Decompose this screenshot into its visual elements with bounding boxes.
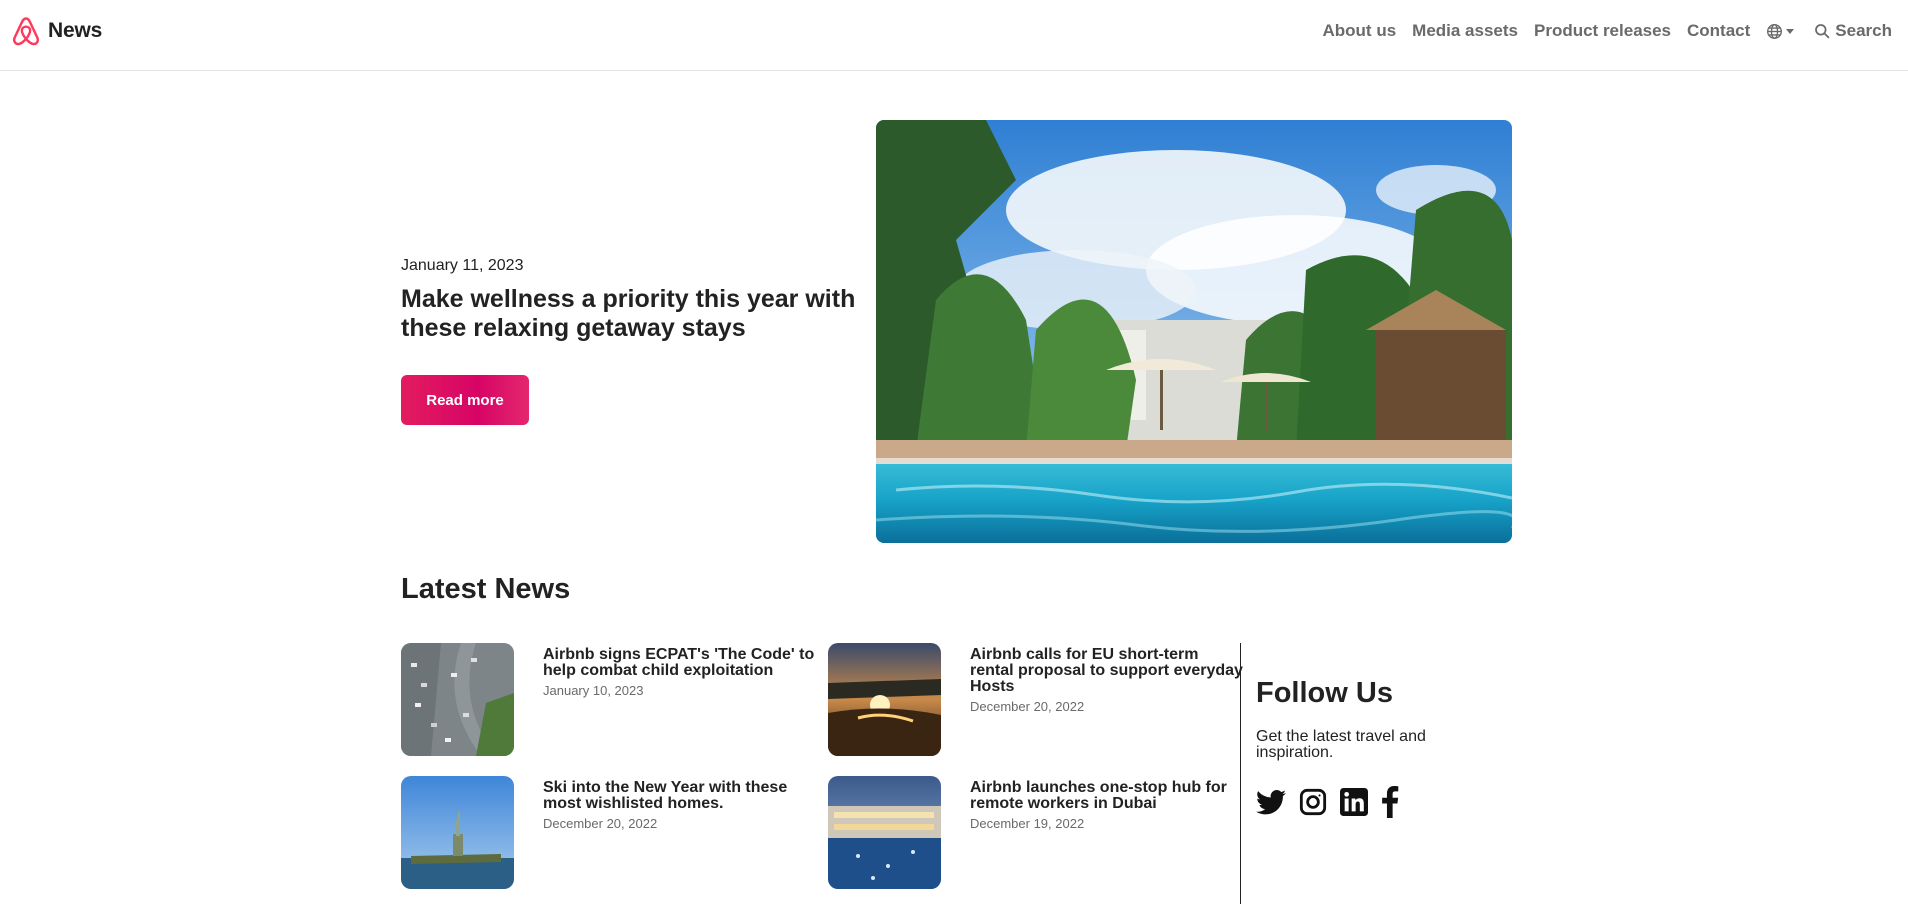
news-date: January 10, 2023 [543,683,644,698]
news-thumbnail-highway [401,643,514,756]
nav-about-us[interactable]: About us [1323,21,1397,41]
facebook-icon[interactable] [1381,786,1399,818]
news-card[interactable]: Ski into the New Year with these most wi… [401,776,821,890]
globe-icon [1767,23,1783,39]
read-more-button[interactable]: Read more [401,375,529,425]
search-icon [1815,24,1830,39]
nav-contact[interactable]: Contact [1687,21,1750,41]
instagram-icon[interactable] [1299,788,1327,816]
news-card[interactable]: Airbnb launches one-stop hub for remote … [828,776,1248,890]
nav-product-releases[interactable]: Product releases [1534,21,1671,41]
follow-us-text: Get the latest travel and inspiration. [1256,728,1426,761]
news-card[interactable]: Airbnb calls for EU short-term rental pr… [828,643,1248,757]
search-label: Search [1835,21,1892,40]
news-thumbnail-sunset [828,643,941,756]
main-nav: About us Media assets Product releases C… [1307,18,1893,44]
language-selector[interactable] [1766,23,1795,40]
nav-media-assets[interactable]: Media assets [1412,21,1518,41]
hero-date: January 11, 2023 [401,257,524,274]
news-thumbnail-statue-of-liberty [401,776,514,889]
follow-divider [1240,643,1241,904]
chevron-down-icon [1786,28,1795,34]
airbnb-logo-icon [10,15,42,48]
brand-home-link[interactable]: News [10,14,102,48]
follow-us-heading: Follow Us [1256,677,1393,709]
news-date: December 20, 2022 [970,699,1085,714]
news-title[interactable]: Airbnb signs ECPAT's 'The Code' to help … [543,647,818,679]
news-card[interactable]: Airbnb signs ECPAT's 'The Code' to help … [401,643,821,757]
hero-image[interactable] [876,120,1512,543]
brand-name[interactable]: News [48,19,102,43]
search-button[interactable]: Search [1814,21,1892,41]
latest-news-heading: Latest News [401,573,571,605]
news-thumbnail-dubai-pool [828,776,941,889]
news-title[interactable]: Airbnb launches one-stop hub for remote … [970,780,1245,812]
linkedin-icon[interactable] [1340,788,1368,816]
news-date: December 19, 2022 [970,816,1085,831]
twitter-icon[interactable] [1256,789,1286,815]
news-title[interactable]: Airbnb calls for EU short-term rental pr… [970,647,1245,695]
hero-title[interactable]: Make wellness a priority this year with … [401,285,861,343]
social-links [1256,786,1399,818]
site-header: News About us Media assets Product relea… [0,0,1908,71]
news-date: December 20, 2022 [543,816,658,831]
news-title[interactable]: Ski into the New Year with these most wi… [543,780,818,812]
